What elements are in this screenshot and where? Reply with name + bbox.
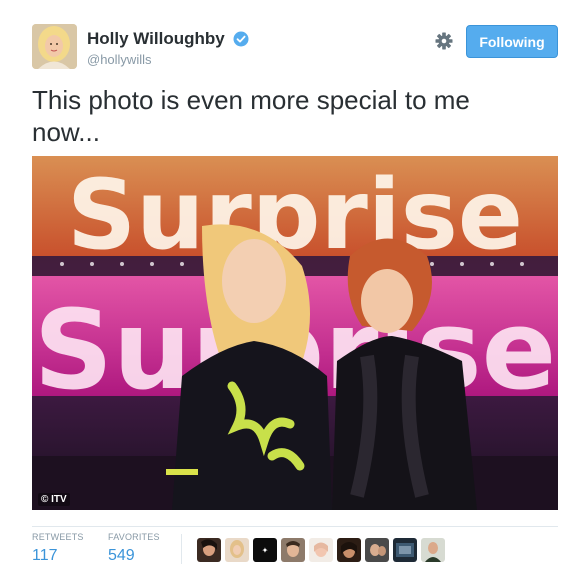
user-info: Holly Willoughby @hollywills [87, 29, 249, 67]
favoriter-avatar[interactable] [365, 538, 389, 562]
favoriters-avatars: ✦ [197, 538, 445, 562]
favorites-count[interactable]: 549 [108, 547, 160, 565]
favoriter-avatar[interactable] [281, 538, 305, 562]
retweets-label: RETWEETS [32, 532, 84, 542]
favoriter-avatar[interactable] [197, 538, 221, 562]
retweets-count[interactable]: 117 [32, 547, 84, 565]
tweet-text: This photo is even more special to me no… [32, 85, 470, 147]
avatar[interactable] [32, 24, 77, 69]
verified-badge-icon [233, 31, 249, 47]
username[interactable]: @hollywills [87, 52, 249, 67]
following-button[interactable]: Following [466, 25, 558, 58]
retweets-stat[interactable]: RETWEETS 117 [32, 532, 84, 565]
favoriter-avatar[interactable]: ✦ [253, 538, 277, 562]
divider [181, 534, 182, 564]
favoriter-avatar[interactable] [309, 538, 333, 562]
tweet-card: Holly Willoughby @hollywills Following T… [0, 0, 572, 571]
fullname[interactable]: Holly Willoughby [87, 29, 225, 49]
sign-top: Surprise [67, 159, 523, 271]
favorites-label: FAVORITES [108, 532, 160, 542]
favoriter-avatar[interactable] [225, 538, 249, 562]
divider [32, 526, 558, 527]
gear-icon[interactable] [433, 30, 455, 52]
favoriter-avatar[interactable] [393, 538, 417, 562]
svg-text:✦: ✦ [262, 546, 269, 555]
photo-credit: © ITV [38, 493, 70, 506]
favorites-stat[interactable]: FAVORITES 549 [108, 532, 160, 565]
favoriter-avatar[interactable] [421, 538, 445, 562]
favoriter-avatar[interactable] [337, 538, 361, 562]
tweet-photo[interactable]: Surprise Surprise © ITV [32, 156, 558, 510]
